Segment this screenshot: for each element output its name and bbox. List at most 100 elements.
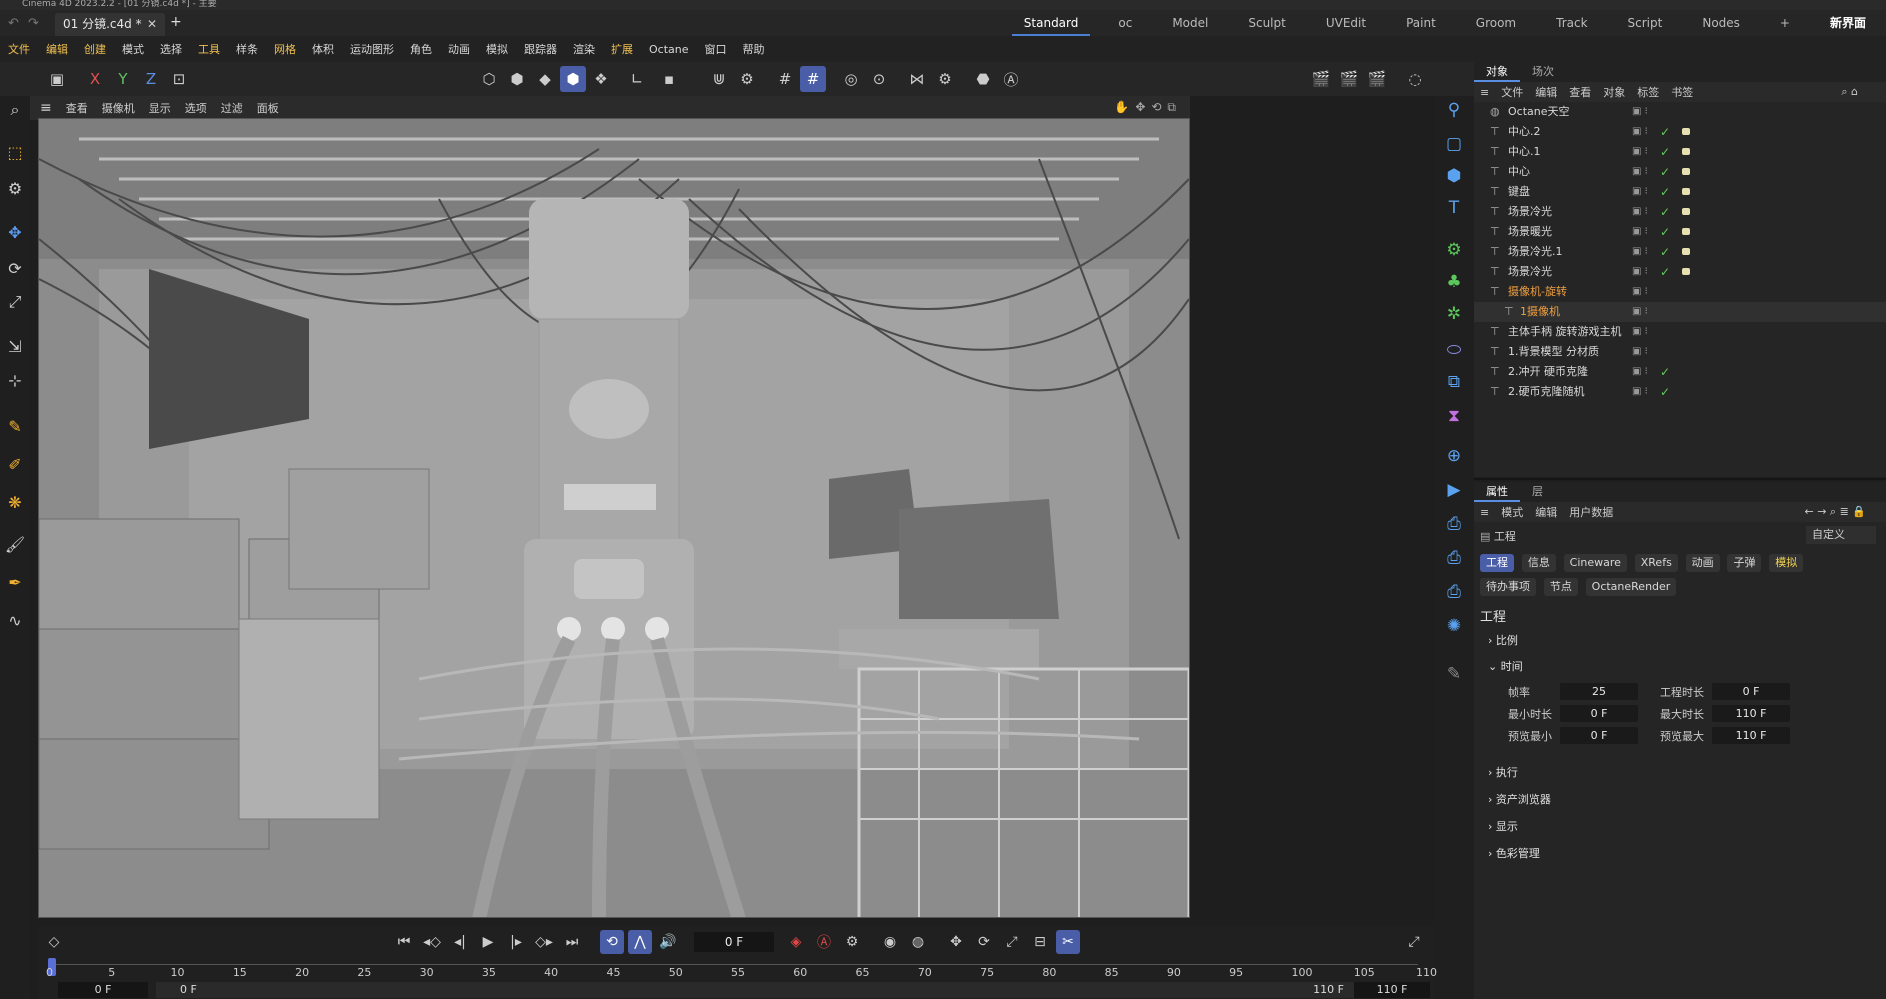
next-key-icon[interactable]: ◇▸ [532, 930, 556, 954]
axis-x-toggle[interactable]: X [82, 66, 108, 92]
menu-tracker[interactable]: 跟踪器 [524, 41, 557, 57]
attr-tab-xrefs[interactable]: XRefs [1634, 554, 1678, 572]
layout-model[interactable]: Model [1152, 10, 1228, 36]
cloner-icon[interactable]: ❋ [3, 490, 27, 514]
volume-icon[interactable]: ⧗ [1440, 402, 1468, 430]
max-time-field[interactable]: 110 F [1712, 705, 1790, 722]
symmetry-icon[interactable]: ⋈ [904, 66, 930, 92]
generator-icon[interactable]: ⚙ [1440, 236, 1468, 264]
light-tag-icon[interactable] [1682, 188, 1690, 195]
symmetry-settings-icon[interactable]: ⚙ [932, 66, 958, 92]
workplane-icon[interactable]: ◎ [838, 66, 864, 92]
layout-sculpt[interactable]: Sculpt [1228, 10, 1305, 36]
next-frame-icon[interactable]: |▸ [504, 930, 528, 954]
layout-groom[interactable]: Groom [1456, 10, 1536, 36]
light-tag-icon[interactable] [1682, 168, 1690, 175]
menu-mograph[interactable]: 运动图形 [350, 41, 394, 57]
key-rotation-icon[interactable]: ⟳ [972, 930, 996, 954]
light-tag-icon[interactable] [1682, 268, 1690, 275]
section-display[interactable]: › 显示 [1488, 818, 1518, 834]
light-icon[interactable]: ✺ [1440, 612, 1468, 640]
model-mode-icon[interactable]: ⬢ [560, 66, 586, 92]
object-row[interactable]: ⊤ 中心 ▣ ⁝ ✓ [1474, 162, 1886, 182]
obj-menu-edit[interactable]: 编辑 [1535, 84, 1557, 100]
attr-menu-edit[interactable]: 编辑 [1535, 504, 1557, 520]
viewport-menu-panel[interactable]: 面板 [257, 100, 279, 116]
redo-icon[interactable]: ↷ [28, 16, 39, 31]
menu-window[interactable]: 窗口 [705, 41, 727, 57]
edit-icon[interactable]: ✎ [1440, 660, 1468, 688]
enabled-check-icon[interactable]: ✓ [1660, 202, 1670, 222]
visibility-icon[interactable]: ▣ ⁝ [1632, 102, 1648, 122]
visibility-icon[interactable]: ▣ ⁝ [1632, 262, 1648, 282]
rotate-tool-icon[interactable]: ⟳ [3, 256, 27, 280]
menu-character[interactable]: 角色 [410, 41, 432, 57]
attr-tab-animation[interactable]: 动画 [1685, 554, 1720, 572]
tab-objects[interactable]: 对象 [1474, 62, 1520, 82]
share-icon[interactable]: ◌ [1402, 66, 1428, 92]
search-icon[interactable]: ⌕ [3, 98, 27, 122]
text-icon[interactable]: Ⓐ [998, 66, 1024, 92]
place-tool-icon[interactable]: ⊹ [3, 368, 27, 392]
menu-file[interactable]: 文件 [8, 41, 30, 57]
light-tag-icon[interactable] [1682, 148, 1690, 155]
attr-menu-userdata[interactable]: 用户数据 [1569, 504, 1613, 520]
visibility-icon[interactable]: ▣ ⁝ [1632, 202, 1648, 222]
mograph-icon[interactable]: ♣ [1440, 268, 1468, 296]
range-start-field[interactable]: 0 F [58, 982, 148, 998]
hamburger-icon[interactable]: ≡ [1480, 86, 1489, 99]
cube-outline-icon[interactable]: ▢ [1440, 130, 1468, 158]
menu-edit[interactable]: 编辑 [46, 41, 68, 57]
enabled-check-icon[interactable]: ✓ [1660, 262, 1670, 282]
menu-tools[interactable]: 工具 [198, 41, 220, 57]
layout-standard[interactable]: Standard [1004, 10, 1099, 36]
visibility-icon[interactable]: ▣ ⁝ [1632, 362, 1648, 382]
visibility-icon[interactable]: ▣ ⁝ [1632, 302, 1648, 322]
menu-create[interactable]: 创建 [84, 41, 106, 57]
range-bar[interactable]: 0 F 110 F [156, 982, 1356, 998]
panel-divider[interactable] [1474, 478, 1886, 480]
visibility-icon[interactable]: ▣ ⁝ [1632, 382, 1648, 402]
workplane-settings-icon[interactable]: ⊙ [866, 66, 892, 92]
camera-stage-icon[interactable]: ⎙ [1440, 578, 1468, 606]
attr-tab-project[interactable]: 工程 [1480, 554, 1514, 572]
sketch-tool-icon[interactable]: ∿ [3, 608, 27, 632]
layout-script[interactable]: Script [1608, 10, 1683, 36]
render-view-icon[interactable]: ▣ [44, 66, 70, 92]
light-tag-icon[interactable] [1682, 208, 1690, 215]
close-icon[interactable]: ✕ [147, 13, 157, 35]
prev-frame-icon[interactable]: ◂| [448, 930, 472, 954]
object-row[interactable]: ⊤ 中心.1 ▣ ⁝ ✓ [1474, 142, 1886, 162]
menu-spline[interactable]: 样条 [236, 41, 258, 57]
object-row[interactable]: ⊤ 1摄像机 ▣ ⁝ [1474, 302, 1886, 322]
enabled-check-icon[interactable]: ✓ [1660, 162, 1670, 182]
autokey-icon[interactable]: Ⓐ [812, 930, 836, 954]
viewport-menu-view[interactable]: 查看 [66, 100, 88, 116]
key-pla-icon[interactable]: ✂ [1056, 930, 1080, 954]
visibility-icon[interactable]: ▣ ⁝ [1632, 242, 1648, 262]
obj-menu-file[interactable]: 文件 [1501, 84, 1523, 100]
magnet-icon[interactable]: ⋓ [706, 66, 732, 92]
object-row[interactable]: ⊤ 2.硬币克隆随机 ▣ ⁝ ✓ [1474, 382, 1886, 402]
visibility-icon[interactable]: ▣ ⁝ [1632, 122, 1648, 142]
keyframe-icon[interactable]: ◇ [42, 930, 66, 954]
render-settings-icon[interactable]: 🎬 [1364, 66, 1390, 92]
visibility-icon[interactable]: ▣ ⁝ [1632, 322, 1648, 342]
layout-nodes[interactable]: Nodes [1682, 10, 1760, 36]
texture-mode-icon[interactable]: ▪ [656, 66, 682, 92]
key-settings-icon[interactable]: ⚙ [840, 930, 864, 954]
go-to-end-icon[interactable]: ⏭ [560, 930, 584, 954]
select-tool-icon[interactable]: ⬚ [3, 140, 27, 164]
attr-tab-nodes[interactable]: 节点 [1543, 578, 1578, 596]
tab-attributes[interactable]: 属性 [1474, 482, 1520, 502]
field-icon[interactable]: ⬭ [1440, 336, 1468, 364]
object-row[interactable]: ⊤ 主体手柄 旋转游戏主机 ▣ ⁝ [1474, 322, 1886, 342]
layout-paint[interactable]: Paint [1386, 10, 1456, 36]
camera-icon[interactable]: ⎙ [1440, 510, 1468, 538]
magnet-settings-icon[interactable]: ⚙ [734, 66, 760, 92]
hamburger-icon[interactable]: ≡ [1480, 506, 1489, 519]
document-tab[interactable]: 01 分镜.c4d * ✕ [55, 13, 165, 36]
enabled-check-icon[interactable]: ✓ [1660, 142, 1670, 162]
timeline-speed-icon[interactable]: ◍ [906, 930, 930, 954]
attr-tab-cineware[interactable]: Cineware [1563, 554, 1627, 572]
